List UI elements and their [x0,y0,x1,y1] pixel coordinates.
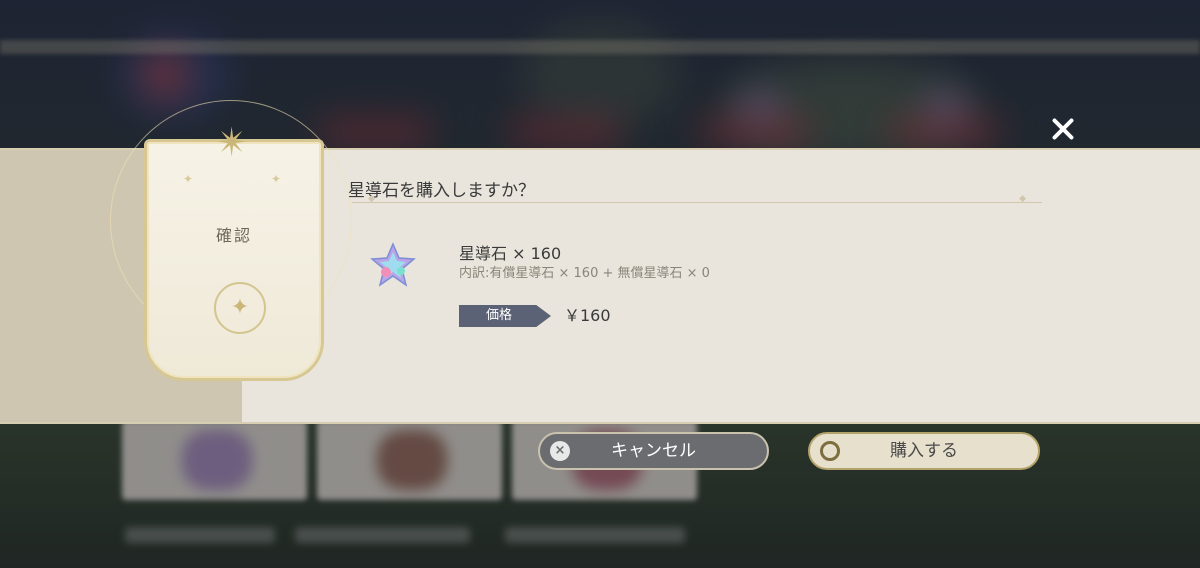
item-name: 星導石 × 160 [459,244,562,263]
close-icon[interactable] [1047,113,1079,145]
confirm-emblem: 確認 ✦ ✦ ✦ ✴ [110,100,352,393]
price-label-tag: 価格 [459,305,551,327]
ornamental-divider [352,194,1042,204]
item-breakdown: 内訳:有償星導石 × 160 + 無償星導石 × 0 [459,266,710,281]
emblem-title: 確認 [215,226,252,245]
dialog-question: 星導石を購入しますか？ [348,181,535,201]
price-label: 価格 [485,308,512,323]
price-value: ￥160 [564,306,611,325]
cancel-button[interactable]: × キャンセル [538,432,769,470]
purchase-button-label: 購入する [890,441,958,461]
sparkle-icon: ✦ [271,172,282,186]
star-stone-icon [370,242,416,287]
cancel-button-label: キャンセル [611,441,696,461]
compass-star-icon: ✴ [215,120,249,166]
sparkle-icon: ✦ [183,172,194,186]
moon-star-icon: ✦ [214,282,266,334]
emblem-body: 確認 ✦ ✦ ✦ [144,139,324,381]
purchase-button[interactable]: 購入する [808,432,1040,470]
